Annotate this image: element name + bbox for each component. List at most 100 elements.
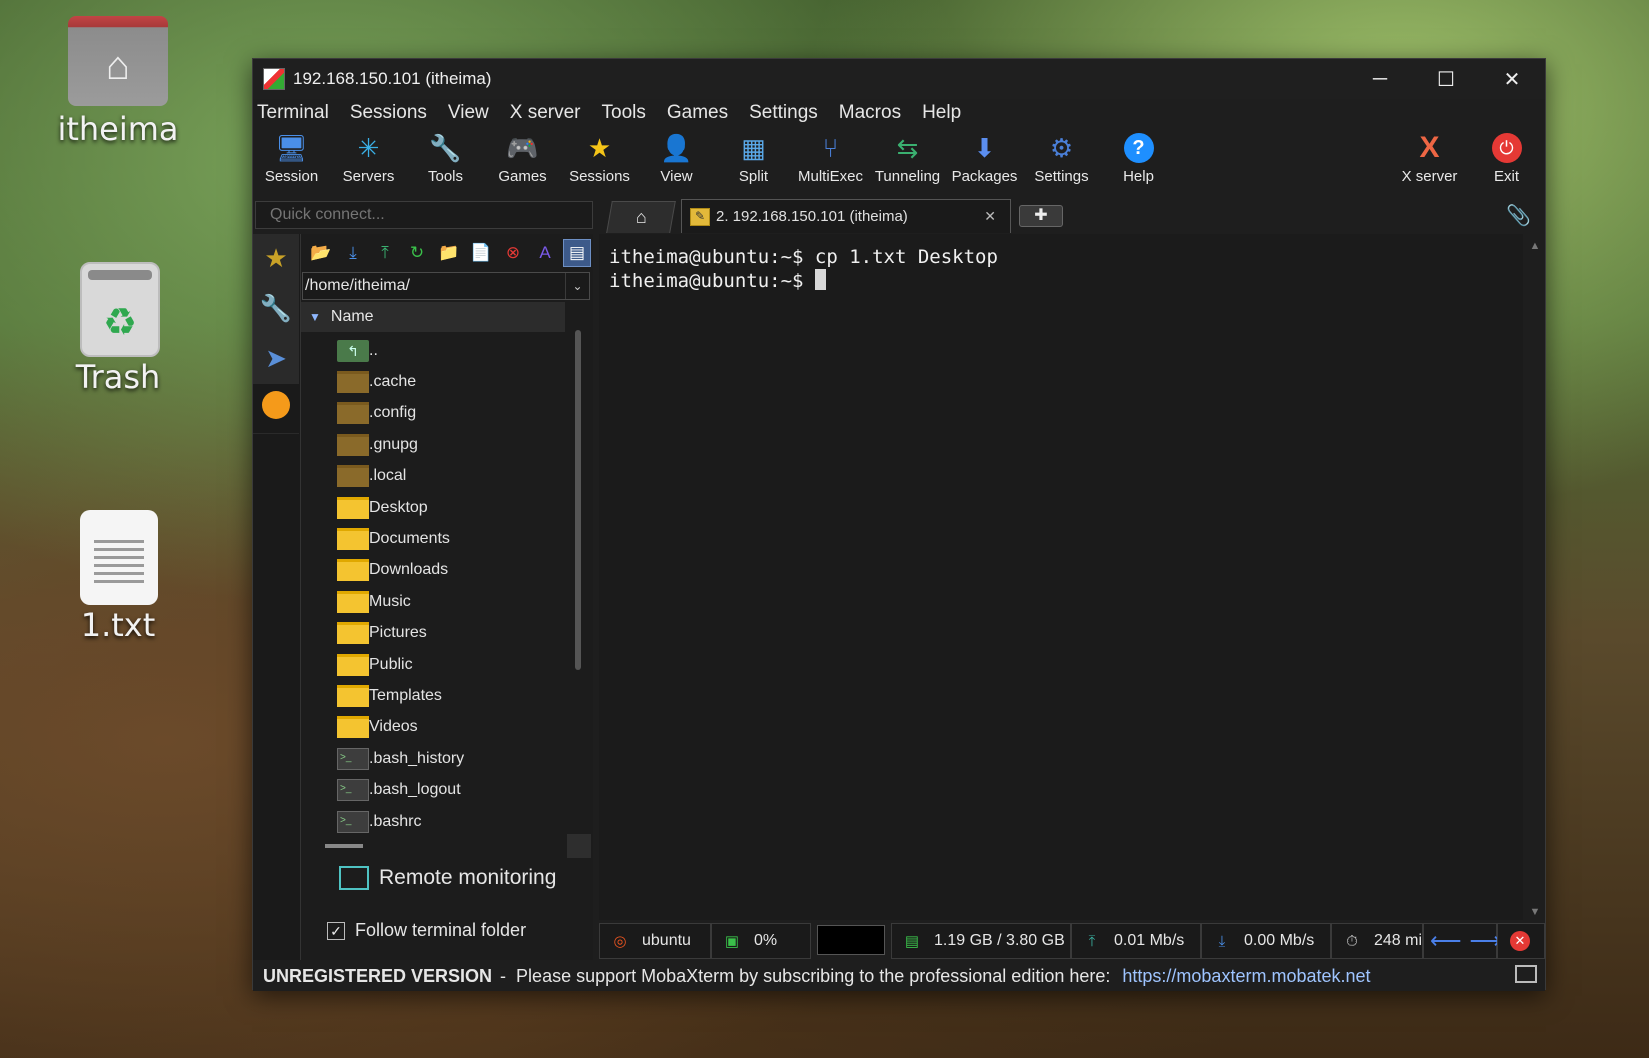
status-uptime[interactable]: ⏱ 248 mi bbox=[1331, 923, 1423, 959]
file-row[interactable]: .cache bbox=[301, 366, 565, 397]
maximize-button[interactable]: ☐ bbox=[1413, 59, 1479, 99]
macros-tab[interactable]: ➤ bbox=[253, 334, 299, 384]
scroll-up-icon[interactable]: ▲ bbox=[1525, 240, 1545, 252]
file-row[interactable]: Downloads bbox=[301, 555, 565, 586]
toolbar-exit-button[interactable]: ⏻ Exit bbox=[1468, 127, 1545, 185]
sessions-star-tab[interactable]: ★ bbox=[253, 234, 299, 284]
menu-macros[interactable]: Macros bbox=[839, 102, 901, 124]
power-icon: ⏻ bbox=[1490, 131, 1524, 165]
file-name: .bash_logout bbox=[369, 781, 461, 799]
quick-connect-input[interactable] bbox=[255, 201, 593, 229]
status-upload[interactable]: ⤒ 0.01 Mb/s bbox=[1071, 923, 1201, 959]
file-row[interactable]: Pictures bbox=[301, 618, 565, 649]
file-row[interactable]: >_ .bashrc bbox=[301, 806, 565, 835]
status-download[interactable]: ⤓ 0.00 Mb/s bbox=[1201, 923, 1331, 959]
menu-view[interactable]: View bbox=[448, 102, 489, 124]
file-row[interactable]: Videos bbox=[301, 712, 565, 743]
toolbar-games-button[interactable]: 🎮 Games bbox=[484, 127, 561, 186]
file-row[interactable]: Public bbox=[301, 649, 565, 680]
minimize-button[interactable]: ─ bbox=[1347, 59, 1413, 99]
desktop-icon-label-1txt[interactable]: 1.txt bbox=[48, 606, 188, 644]
file-row[interactable]: Templates bbox=[301, 680, 565, 711]
remote-monitoring-button[interactable]: Remote monitoring bbox=[339, 866, 556, 890]
toolbar-packages-button[interactable]: ⬇ Packages bbox=[946, 127, 1023, 186]
terminal-scrollbar[interactable]: ▲ ▼ bbox=[1525, 234, 1545, 920]
toolbar-split-button[interactable]: ▦ Split bbox=[715, 127, 792, 186]
desktop-home-folder-icon[interactable] bbox=[68, 16, 168, 106]
file-row[interactable]: Music bbox=[301, 586, 565, 617]
file-row[interactable]: >_ .bash_logout bbox=[301, 774, 565, 805]
download-icon[interactable]: ⤓ bbox=[339, 239, 367, 267]
menu-games[interactable]: Games bbox=[667, 102, 728, 124]
file-list-scrollbar[interactable] bbox=[575, 330, 581, 670]
new-file-icon[interactable]: 📄 bbox=[467, 239, 495, 267]
toolbar-label: Packages bbox=[951, 168, 1018, 185]
tools-icon: 🔧 bbox=[259, 293, 293, 323]
sftp-tab[interactable] bbox=[253, 384, 299, 434]
new-tab-button[interactable]: ✚ bbox=[1019, 205, 1063, 227]
refresh-icon[interactable]: ↻ bbox=[403, 239, 431, 267]
toolbar-settings-button[interactable]: ⚙ Settings bbox=[1023, 127, 1100, 186]
file-row[interactable]: Desktop bbox=[301, 492, 565, 523]
mobaxterm-link[interactable]: https://mobaxterm.mobatek.net bbox=[1122, 966, 1370, 987]
delete-icon[interactable]: ⊗ bbox=[499, 239, 527, 267]
toolbar-servers-button[interactable]: ✳ Servers bbox=[330, 127, 407, 186]
file-row[interactable]: .gnupg bbox=[301, 429, 565, 460]
toolbar-session-button[interactable]: 🖥 Session bbox=[253, 127, 330, 186]
servers-icon: ✳ bbox=[357, 132, 380, 163]
close-tab-icon[interactable]: ✕ bbox=[984, 208, 996, 225]
desktop-icon-label-trash[interactable]: Trash bbox=[48, 358, 188, 396]
follow-terminal-folder-checkbox[interactable]: ✓ Follow terminal folder bbox=[327, 920, 526, 941]
menu-tools[interactable]: Tools bbox=[602, 102, 646, 124]
toggle-panel-icon[interactable]: ▤ bbox=[563, 239, 591, 267]
folder-up-icon[interactable]: 📂 bbox=[307, 239, 335, 267]
menu-x-server[interactable]: X server bbox=[510, 102, 581, 124]
status-scroll-arrows[interactable]: ⟵ ⟶ bbox=[1423, 923, 1501, 959]
desktop-icon-label-itheima[interactable]: itheima bbox=[48, 110, 188, 148]
title-bar[interactable]: 192.168.150.101 (itheima) ─ ☐ ✕ bbox=[253, 59, 1545, 99]
menu-help[interactable]: Help bbox=[922, 102, 961, 124]
sftp-path-field[interactable]: /home/itheima/ ⌄ bbox=[302, 272, 590, 300]
toolbar-tunneling-button[interactable]: ⇆ Tunneling bbox=[869, 127, 946, 186]
paperclip-icon[interactable]: 📎 bbox=[1506, 203, 1531, 228]
file-row[interactable]: .config bbox=[301, 398, 565, 429]
desktop-trash-icon[interactable]: ♻ bbox=[80, 262, 160, 357]
tab-session[interactable]: ✎ 2. 192.168.150.101 (itheima) ✕ bbox=[681, 199, 1011, 233]
file-row[interactable]: Documents bbox=[301, 523, 565, 554]
column-header-name[interactable]: ▼ Name bbox=[301, 302, 565, 332]
menu-sessions[interactable]: Sessions bbox=[350, 102, 427, 124]
desktop-text-file-icon[interactable] bbox=[80, 510, 158, 605]
toolbar-sessions-button[interactable]: ★ Sessions bbox=[561, 127, 638, 186]
toolbar-tools-button[interactable]: 🔧 Tools bbox=[407, 127, 484, 186]
toolbar-view-button[interactable]: 👤 View bbox=[638, 127, 715, 186]
upload-icon[interactable]: ⤒ bbox=[371, 239, 399, 267]
file-row[interactable]: >_ .bash_history bbox=[301, 743, 565, 774]
scroll-down-icon[interactable]: ▼ bbox=[1525, 906, 1545, 918]
toolbar-label: Split bbox=[738, 168, 769, 185]
folder-icon bbox=[337, 433, 369, 456]
status-close[interactable]: ✕ bbox=[1497, 923, 1545, 959]
file-row[interactable]: ↰.. bbox=[301, 335, 565, 366]
file-row[interactable]: .local bbox=[301, 461, 565, 492]
screen-icon[interactable] bbox=[1515, 965, 1537, 983]
rename-icon[interactable]: A bbox=[531, 239, 559, 267]
home-tab[interactable]: ⌂ bbox=[606, 201, 676, 233]
tunneling-icon: ⇆ bbox=[896, 132, 919, 163]
terminal-area[interactable]: itheima@ubuntu:~$ cp 1.txt Desktop ithei… bbox=[599, 234, 1523, 920]
chevron-down-icon[interactable]: ⌄ bbox=[565, 273, 589, 299]
arrow-left-icon[interactable]: ⟵ bbox=[1430, 928, 1462, 954]
menu-settings[interactable]: Settings bbox=[749, 102, 818, 124]
toolbar-xserver-button[interactable]: X X server bbox=[1391, 127, 1468, 185]
download-arrow-icon: ⤓ bbox=[1218, 932, 1226, 950]
toolbar-help-button[interactable]: ? Help bbox=[1100, 127, 1177, 185]
file-list-hscroll[interactable] bbox=[301, 834, 591, 858]
status-memory[interactable]: ▤ 1.19 GB / 3.80 GB bbox=[891, 923, 1071, 959]
status-cpu[interactable]: ▣ 0% bbox=[711, 923, 811, 959]
new-folder-icon[interactable]: 📁 bbox=[435, 239, 463, 267]
tools-tab[interactable]: 🔧 bbox=[253, 284, 299, 334]
menu-terminal[interactable]: Terminal bbox=[257, 102, 329, 124]
close-button[interactable]: ✕ bbox=[1479, 59, 1545, 99]
close-circle-icon[interactable]: ✕ bbox=[1510, 931, 1530, 951]
status-host[interactable]: ◎ ubuntu bbox=[599, 923, 711, 959]
toolbar-multiexec-button[interactable]: ⑂ MultiExec bbox=[792, 127, 869, 186]
